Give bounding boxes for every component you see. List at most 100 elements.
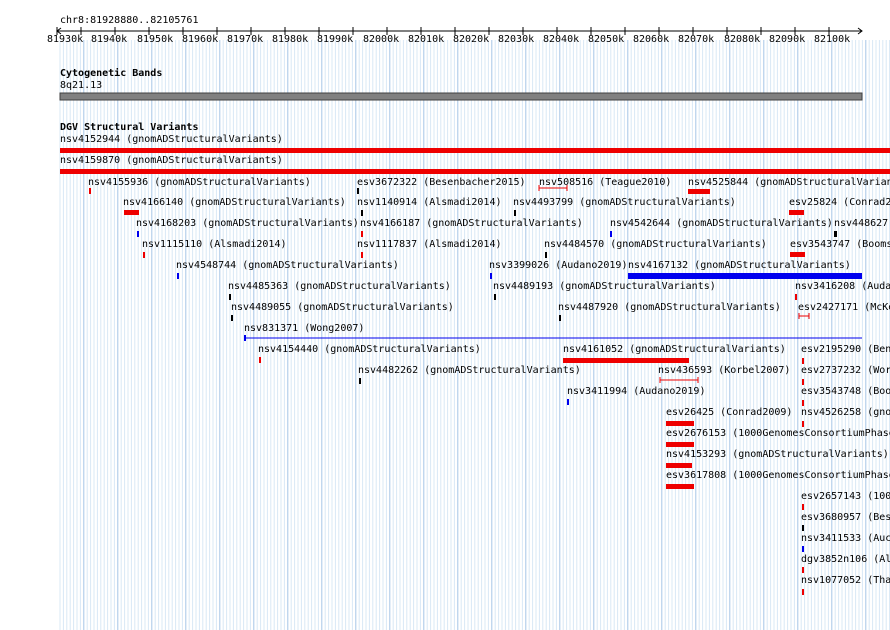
variant-bar bbox=[559, 315, 561, 321]
ruler-tick-label: 81980k bbox=[272, 34, 309, 45]
variant-bar bbox=[60, 169, 890, 174]
ruler-tick-label: 81970k bbox=[227, 34, 264, 45]
variant-label[interactable]: nsv4489055 (gnomADStructuralVariants) bbox=[231, 302, 454, 314]
variant-label[interactable]: nsv831371 (Wong2007) bbox=[244, 323, 364, 335]
variant-label[interactable]: esv3543747 (Booms bbox=[790, 239, 890, 251]
variant-bar bbox=[610, 231, 612, 237]
variant-bar bbox=[514, 210, 516, 216]
ruler-tick-label: 82100k bbox=[814, 34, 851, 45]
variant-label[interactable]: nsv4159870 (gnomADStructuralVariants) bbox=[60, 155, 283, 167]
variant-label[interactable]: nsv4161052 (gnomADStructuralVariants) bbox=[563, 344, 786, 356]
variant-label[interactable]: nsv3399026 (Audano2019) bbox=[489, 260, 627, 272]
ruler-tick-label: 81930k bbox=[47, 34, 84, 45]
ruler-tick-label: 82050k bbox=[588, 34, 625, 45]
variant-bar bbox=[790, 252, 805, 257]
variant-bar bbox=[361, 231, 363, 237]
dgv-track-title[interactable]: DGV Structural Variants bbox=[60, 122, 198, 134]
variant-label[interactable]: esv3680957 (Bes bbox=[801, 512, 890, 524]
ruler-tick-label: 82010k bbox=[408, 34, 445, 45]
variant-label[interactable]: esv3672322 (Besenbacher2015) bbox=[357, 177, 526, 189]
variant-bar bbox=[795, 294, 797, 300]
variant-label[interactable]: esv26425 (Conrad2009) bbox=[666, 407, 792, 419]
variant-label[interactable]: esv2737232 (Wor bbox=[801, 365, 890, 377]
variant-label[interactable]: nsv4487920 (gnomADStructuralVariants) bbox=[558, 302, 781, 314]
variant-label[interactable]: nsv1117837 (Alsmadi2014) bbox=[357, 239, 502, 251]
variant-label[interactable]: esv25824 (Conrad2 bbox=[789, 197, 890, 209]
variant-bar bbox=[802, 421, 804, 427]
ruler-tick-label: 82040k bbox=[543, 34, 580, 45]
variant-label[interactable]: esv2657143 (100 bbox=[801, 491, 890, 503]
variant-bar bbox=[789, 210, 804, 215]
variant-label[interactable]: nsv4152944 (gnomADStructuralVariants) bbox=[60, 134, 283, 146]
variant-bar bbox=[802, 504, 804, 510]
variant-bar bbox=[259, 357, 261, 363]
variant-bar bbox=[361, 210, 363, 216]
variant-label[interactable]: nsv4167132 (gnomADStructuralVariants) bbox=[628, 260, 851, 272]
variant-bar bbox=[834, 231, 837, 237]
variant-label[interactable]: nsv4153293 (gnomADStructuralVariants) bbox=[666, 449, 889, 461]
variant-label[interactable]: nsv1077052 (Tha bbox=[801, 575, 890, 587]
variant-label[interactable]: esv2676153 (1000GenomesConsortiumPhase bbox=[666, 428, 890, 440]
variant-bar bbox=[802, 546, 804, 552]
variant-label[interactable]: nsv4166187 (gnomADStructuralVariants) bbox=[360, 218, 583, 230]
variant-label[interactable]: nsv448627 bbox=[834, 218, 888, 230]
variant-label[interactable]: nsv4525844 (gnomADStructuralVariants) bbox=[688, 177, 890, 189]
ruler-tick-label: 82000k bbox=[363, 34, 400, 45]
variant-label[interactable]: nsv1140914 (Alsmadi2014) bbox=[357, 197, 502, 209]
variant-label[interactable]: dgv3852n106 (Al bbox=[801, 554, 890, 566]
variant-label[interactable]: nsv4526258 (gno bbox=[801, 407, 890, 419]
variant-label[interactable]: nsv436593 (Korbel2007) bbox=[658, 365, 790, 377]
variant-bar bbox=[666, 421, 694, 426]
variant-label[interactable]: esv3617808 (1000GenomesConsortiumPhase bbox=[666, 470, 890, 482]
cytoband-label: 8q21.13 bbox=[60, 80, 103, 91]
cytoband-track-title[interactable]: Cytogenetic Bands bbox=[60, 68, 162, 80]
variant-bar bbox=[666, 484, 694, 489]
variant-bar bbox=[802, 379, 804, 385]
variant-bar bbox=[666, 463, 692, 468]
variant-bar bbox=[545, 252, 547, 258]
variant-label[interactable]: nsv4485363 (gnomADStructuralVariants) bbox=[228, 281, 451, 293]
variant-label[interactable]: nsv4482262 (gnomADStructuralVariants) bbox=[358, 365, 581, 377]
variant-bar bbox=[567, 399, 569, 405]
variant-bar bbox=[143, 252, 145, 258]
variant-label[interactable]: nsv4548744 (gnomADStructuralVariants) bbox=[176, 260, 399, 272]
variant-label[interactable]: nsv4489193 (gnomADStructuralVariants) bbox=[493, 281, 716, 293]
variant-label[interactable]: nsv4166140 (gnomADStructuralVariants) bbox=[123, 197, 346, 209]
ruler-tick-label: 81940k bbox=[91, 34, 128, 45]
variant-label[interactable]: nsv4542644 (gnomADStructuralVariants) bbox=[610, 218, 833, 230]
ruler-tick-label: 82070k bbox=[678, 34, 715, 45]
variant-label[interactable]: nsv4155936 (gnomADStructuralVariants) bbox=[88, 177, 311, 189]
variant-label[interactable]: nsv1115110 (Alsmadi2014) bbox=[142, 239, 287, 251]
variant-bar bbox=[494, 294, 496, 300]
ruler-tick-label: 81950k bbox=[137, 34, 174, 45]
variant-bar bbox=[688, 189, 710, 194]
variant-bar bbox=[563, 358, 689, 363]
variant-bar bbox=[802, 525, 804, 531]
variant-bar bbox=[177, 273, 179, 279]
ruler-tick-label: 82030k bbox=[498, 34, 535, 45]
ruler-tick-label: 82060k bbox=[633, 34, 670, 45]
variant-label[interactable]: esv2195290 (Ben bbox=[801, 344, 890, 356]
variant-label[interactable]: nsv4168203 (gnomADStructuralVariants) bbox=[136, 218, 359, 230]
variant-bar bbox=[628, 273, 862, 279]
ruler-position-label: chr8:81928880..82105761 bbox=[60, 15, 199, 26]
variant-label[interactable]: nsv3411994 (Audano2019) bbox=[567, 386, 705, 398]
variant-label[interactable]: nsv3411533 (Auc bbox=[801, 533, 890, 545]
ruler-tick-label: 81960k bbox=[182, 34, 219, 45]
variant-bar bbox=[802, 358, 804, 364]
cytoband-bar bbox=[59, 92, 863, 101]
variant-label[interactable]: nsv508516 (Teague2010) bbox=[539, 177, 671, 189]
ruler-tick-label: 81990k bbox=[317, 34, 354, 45]
variant-bar bbox=[802, 400, 804, 406]
variant-label[interactable]: esv3543748 (Boo bbox=[801, 386, 890, 398]
variant-bar bbox=[361, 252, 363, 258]
variant-label[interactable]: nsv4154440 (gnomADStructuralVariants) bbox=[258, 344, 481, 356]
variant-bar bbox=[802, 589, 804, 595]
variant-bar bbox=[124, 210, 139, 215]
variant-label[interactable]: nsv4484570 (gnomADStructuralVariants) bbox=[544, 239, 767, 251]
track-image[interactable] bbox=[0, 0, 890, 630]
variant-label[interactable]: nsv3416208 (Auda bbox=[795, 281, 890, 293]
variant-label[interactable]: nsv4493799 (gnomADStructuralVariants) bbox=[513, 197, 736, 209]
variant-bar bbox=[490, 273, 492, 279]
variant-label[interactable]: esv2427171 (McKe bbox=[798, 302, 890, 314]
